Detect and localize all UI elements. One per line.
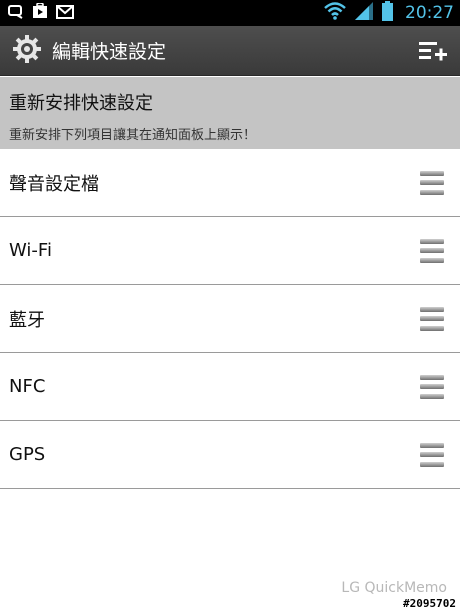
drag-handle-icon[interactable] <box>420 306 444 331</box>
list-item-label: GPS <box>9 444 46 465</box>
list-item-label: Wi-Fi <box>9 240 52 261</box>
watermark-text: LG QuickMemo <box>341 580 447 596</box>
action-bar: 編輯快速設定 <box>0 26 460 76</box>
list-item-nfc[interactable]: NFC <box>0 353 460 421</box>
list-item-label: 聲音設定檔 <box>9 173 99 195</box>
section-header: 重新安排快速設定 重新安排下列項目讓其在通知面板上顯示！ <box>0 77 460 149</box>
section-title: 重新安排快速設定 <box>9 93 153 114</box>
quickmemo-icon <box>8 4 24 23</box>
watermark-id: #2095702 <box>403 597 456 610</box>
drag-handle-icon[interactable] <box>420 170 444 195</box>
status-time: 20:27 <box>405 3 454 23</box>
quick-settings-list: 聲音設定檔 Wi-Fi 藍牙 NFC GPS <box>0 149 460 489</box>
drag-handle-icon[interactable] <box>420 374 444 399</box>
gmail-icon <box>56 4 74 23</box>
list-item-label: NFC <box>9 376 46 397</box>
list-item-gps[interactable]: GPS <box>0 421 460 489</box>
add-list-icon[interactable] <box>416 34 450 68</box>
status-bar: 20:27 <box>0 0 460 26</box>
gear-icon[interactable] <box>12 34 42 68</box>
battery-icon <box>382 1 393 25</box>
list-item-label: 藍牙 <box>9 309 45 331</box>
list-item-wifi[interactable]: Wi-Fi <box>0 217 460 285</box>
status-bar-notifications <box>8 2 74 23</box>
drag-handle-icon[interactable] <box>420 442 444 467</box>
play-store-icon <box>32 2 48 23</box>
signal-icon <box>354 2 374 24</box>
list-item-bluetooth[interactable]: 藍牙 <box>0 285 460 353</box>
drag-handle-icon[interactable] <box>420 238 444 263</box>
list-item-sound-profile[interactable]: 聲音設定檔 <box>0 149 460 217</box>
page-title: 編輯快速設定 <box>52 41 167 63</box>
status-bar-system: 20:27 <box>324 1 454 25</box>
section-subtitle: 重新安排下列項目讓其在通知面板上顯示！ <box>9 128 257 143</box>
wifi-icon <box>324 2 346 24</box>
